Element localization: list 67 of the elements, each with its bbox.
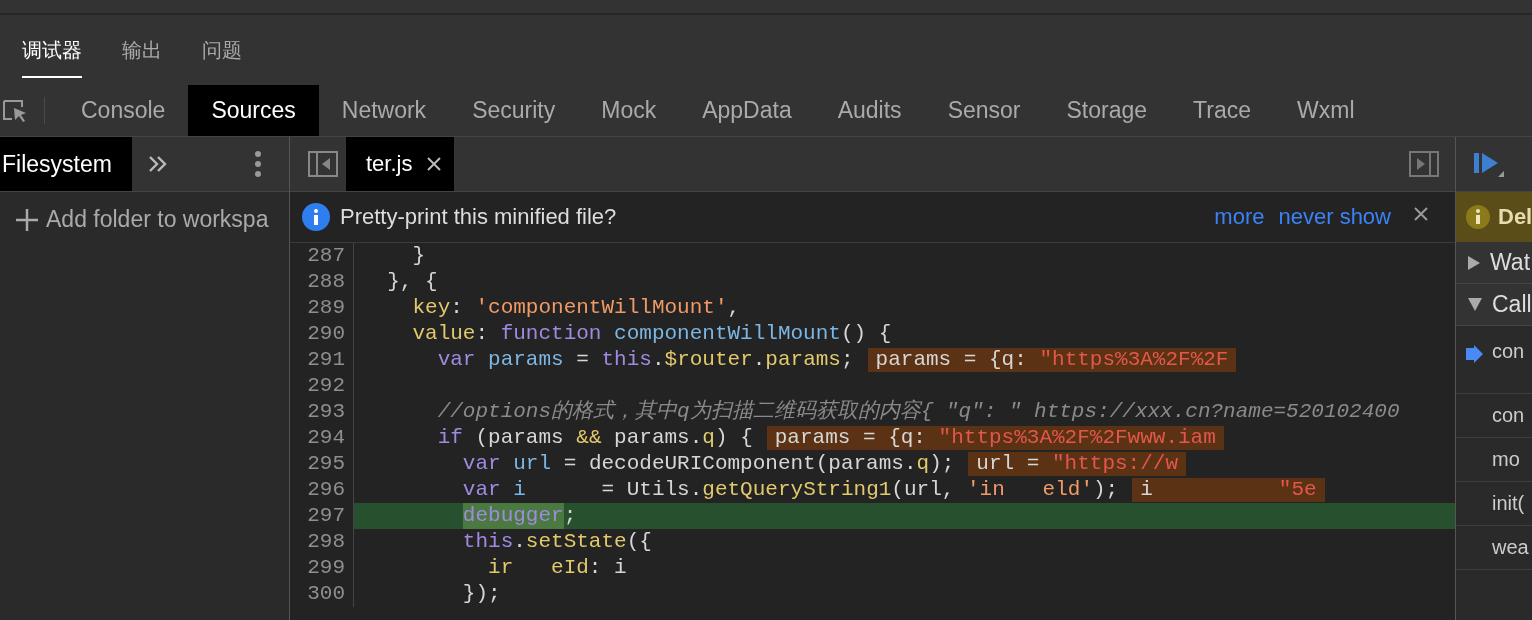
infobar-link[interactable]: more <box>1214 204 1265 230</box>
panel-tab[interactable]: Sensor <box>924 85 1044 136</box>
code-line: var i = Utils.getQueryString1(url, 'in eld'); <box>461 477 1119 503</box>
code-line: this.setState({ <box>461 529 652 555</box>
code-line: var params = this.$router.params; <box>436 347 854 373</box>
top-tab[interactable]: 问题 <box>202 33 242 78</box>
close-icon <box>426 156 443 172</box>
infobar-message: Pretty-print this minified file? <box>340 204 617 230</box>
call-frame[interactable]: mo <box>1456 438 1532 482</box>
code-line: var url = decodeURIComponent(params.q); <box>461 451 955 477</box>
plus-icon <box>16 208 38 231</box>
info-icon <box>1466 205 1490 229</box>
code-line: key: 'componentWillMount', <box>411 295 741 321</box>
line-number: 290 <box>290 321 354 347</box>
infobar-link[interactable]: never show <box>1278 204 1391 230</box>
inline-value: params = {q: "https%3A%2F%2Fwww.iam <box>766 426 1224 450</box>
panel-tab[interactable]: Mock <box>578 85 680 136</box>
panel-tab[interactable]: Wxml <box>1274 85 1378 136</box>
call-frame[interactable]: init( <box>1456 482 1532 526</box>
call-frame[interactable]: wea <box>1456 526 1532 570</box>
code-line: }); <box>461 581 501 607</box>
paused-banner: Del <box>1456 192 1532 242</box>
sidebar-toggle-icon[interactable] <box>1409 151 1439 177</box>
panel-tab[interactable]: Storage <box>1043 85 1171 136</box>
panel-tab[interactable]: Sources <box>188 85 319 136</box>
line-number: 287 <box>290 243 354 269</box>
line-number: 289 <box>290 295 354 321</box>
line-number: 293 <box>290 399 354 425</box>
top-tab[interactable]: 输出 <box>122 33 162 78</box>
panel-tab[interactable]: AppData <box>679 85 815 136</box>
chevrons-icon <box>147 155 168 173</box>
panel-tab[interactable]: Security <box>449 85 579 136</box>
line-number: 299 <box>290 555 354 581</box>
sidebar-toggle-icon[interactable] <box>308 151 338 177</box>
line-number: 295 <box>290 451 354 477</box>
info-icon <box>302 203 330 231</box>
panel-tab[interactable]: Trace <box>1170 85 1274 136</box>
panel-tab[interactable]: Console <box>58 85 189 136</box>
add-folder-button[interactable]: Add folder to workspa <box>0 192 289 233</box>
more-menu-icon[interactable] <box>255 151 261 177</box>
code-line: ir eId: i <box>487 555 627 581</box>
section-header[interactable]: Wat <box>1456 242 1532 284</box>
navigator-tab[interactable]: Filesystem <box>0 137 132 191</box>
resume-icon[interactable] <box>1474 151 1504 177</box>
code-line: //options的格式，其中q为扫描二维码获取的内容{ "q": " https://xxx.cn?name=520102400 <box>436 399 1400 425</box>
call-frame[interactable]: con <box>1456 394 1532 438</box>
inline-value: params = {q: "https%3A%2F%2F <box>867 348 1237 372</box>
panel-tab[interactable]: Network <box>318 85 450 136</box>
code-line: if (params && params.q) { <box>436 425 753 451</box>
section-header[interactable]: Call <box>1456 284 1532 326</box>
code-line: } <box>411 243 426 269</box>
line-number: 292 <box>290 373 354 399</box>
line-number: 298 <box>290 529 354 555</box>
inline-value: i "5e <box>1132 478 1325 502</box>
file-tab[interactable]: ter.js <box>346 137 455 191</box>
top-tab[interactable]: 调试器 <box>22 33 82 78</box>
close-icon[interactable] <box>1413 206 1429 222</box>
panel-tab[interactable]: Audits <box>814 85 925 136</box>
line-number: 297 <box>290 503 354 529</box>
line-number: 300 <box>290 581 354 607</box>
code-line: value: function componentWillMount() { <box>411 321 892 347</box>
line-number: 291 <box>290 347 354 373</box>
inline-value: url = "https://w <box>968 452 1186 476</box>
line-number: 294 <box>290 425 354 451</box>
line-number: 288 <box>290 269 354 295</box>
code-line: }, { <box>386 269 438 295</box>
call-frame[interactable]: con <box>1456 326 1532 394</box>
